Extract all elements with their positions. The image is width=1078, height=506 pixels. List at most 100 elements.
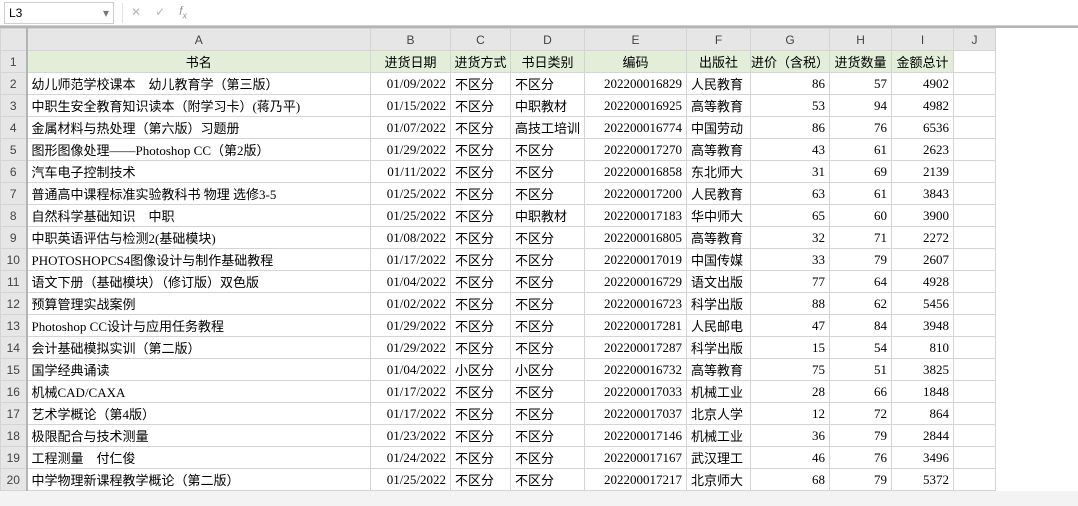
cell[interactable]: 不区分	[511, 447, 585, 469]
cell[interactable]	[954, 469, 996, 491]
cell[interactable]: 人民邮电	[687, 315, 751, 337]
cell[interactable]: 76	[830, 117, 892, 139]
cell[interactable]: 202200017146	[585, 425, 687, 447]
cell[interactable]: 01/23/2022	[371, 425, 451, 447]
cell[interactable]: 国学经典诵读	[27, 359, 371, 381]
cell[interactable]: 864	[892, 403, 954, 425]
row-header[interactable]: 10	[1, 249, 27, 271]
cell[interactable]: 自然科学基础知识 中职	[27, 205, 371, 227]
cell[interactable]: 机械CAD/CAXA	[27, 381, 371, 403]
cell[interactable]: 54	[830, 337, 892, 359]
cell[interactable]: 机械工业	[687, 425, 751, 447]
cell[interactable]: PHOTOSHOPCS4图像设计与制作基础教程	[27, 249, 371, 271]
cell[interactable]: 不区分	[451, 425, 511, 447]
cell[interactable]: 不区分	[511, 403, 585, 425]
column-header-G[interactable]: G	[751, 29, 830, 51]
select-all-corner[interactable]	[1, 29, 27, 51]
cell[interactable]: 01/09/2022	[371, 73, 451, 95]
row-header[interactable]: 16	[1, 381, 27, 403]
column-header-E[interactable]: E	[585, 29, 687, 51]
cell[interactable]: 64	[830, 271, 892, 293]
cell[interactable]: 不区分	[511, 315, 585, 337]
cell[interactable]: 63	[751, 183, 830, 205]
column-header-F[interactable]: F	[687, 29, 751, 51]
cell[interactable]	[954, 73, 996, 95]
cell[interactable]: 202200017270	[585, 139, 687, 161]
cell[interactable]: 66	[830, 381, 892, 403]
row-header[interactable]: 17	[1, 403, 27, 425]
row-header[interactable]: 11	[1, 271, 27, 293]
table-header-cell[interactable]: 书日类别	[511, 51, 585, 73]
cell[interactable]: 15	[751, 337, 830, 359]
cell[interactable]: 01/02/2022	[371, 293, 451, 315]
cell[interactable]: 5372	[892, 469, 954, 491]
cell[interactable]	[954, 139, 996, 161]
cell[interactable]: 01/25/2022	[371, 183, 451, 205]
cell[interactable]	[954, 205, 996, 227]
cell[interactable]: 普通高中课程标准实验教科书 物理 选修3-5	[27, 183, 371, 205]
row-header[interactable]: 19	[1, 447, 27, 469]
cell[interactable]: 不区分	[451, 249, 511, 271]
row-header[interactable]: 4	[1, 117, 27, 139]
row-header[interactable]: 1	[1, 51, 27, 73]
row-header[interactable]: 20	[1, 469, 27, 491]
cell[interactable]	[954, 51, 996, 73]
cell[interactable]: 不区分	[451, 315, 511, 337]
row-header[interactable]: 13	[1, 315, 27, 337]
cell[interactable]: 武汉理工	[687, 447, 751, 469]
cell[interactable]: 202200017217	[585, 469, 687, 491]
cell[interactable]	[954, 447, 996, 469]
spreadsheet-grid[interactable]: ABCDEFGHIJ1书名进货日期进货方式书日类别编码出版社进价（含税）进货数量…	[0, 26, 1078, 491]
cell[interactable]: 36	[751, 425, 830, 447]
cell[interactable]: 幼儿师范学校课本 幼儿教育学（第三版）	[27, 73, 371, 95]
cell[interactable]: Photoshop CC设计与应用任务教程	[27, 315, 371, 337]
cell[interactable]: 2607	[892, 249, 954, 271]
cell[interactable]: 01/29/2022	[371, 337, 451, 359]
cell[interactable]: 北京师大	[687, 469, 751, 491]
cell[interactable]: 79	[830, 425, 892, 447]
cell[interactable]: 中学物理新课程教学概论（第二版）	[27, 469, 371, 491]
cell[interactable]: 高等教育	[687, 227, 751, 249]
cell[interactable]: 32	[751, 227, 830, 249]
cell[interactable]: 33	[751, 249, 830, 271]
cell[interactable]	[954, 403, 996, 425]
table-header-cell[interactable]: 出版社	[687, 51, 751, 73]
cell[interactable]: 60	[830, 205, 892, 227]
cell[interactable]: 61	[830, 183, 892, 205]
cell[interactable]: 不区分	[511, 161, 585, 183]
cell[interactable]: 不区分	[451, 183, 511, 205]
cell[interactable]: 84	[830, 315, 892, 337]
cell[interactable]: 不区分	[451, 95, 511, 117]
cell[interactable]	[954, 293, 996, 315]
cell[interactable]: 5456	[892, 293, 954, 315]
cell[interactable]: 2272	[892, 227, 954, 249]
cell[interactable]: 01/25/2022	[371, 469, 451, 491]
cell[interactable]: 4902	[892, 73, 954, 95]
cell[interactable]: 202200016805	[585, 227, 687, 249]
row-header[interactable]: 6	[1, 161, 27, 183]
cell[interactable]: 75	[751, 359, 830, 381]
cell[interactable]	[954, 271, 996, 293]
cell[interactable]: 不区分	[451, 293, 511, 315]
column-header-H[interactable]: H	[830, 29, 892, 51]
cell[interactable]: 01/24/2022	[371, 447, 451, 469]
cell[interactable]: 01/04/2022	[371, 271, 451, 293]
cell[interactable]: 不区分	[451, 205, 511, 227]
table-header-cell[interactable]: 进价（含税）	[751, 51, 830, 73]
cell[interactable]: 01/17/2022	[371, 249, 451, 271]
cell[interactable]: 不区分	[451, 447, 511, 469]
cell[interactable]: 43	[751, 139, 830, 161]
cell[interactable]: 71	[830, 227, 892, 249]
cell[interactable]: 2844	[892, 425, 954, 447]
cell[interactable]: 小区分	[511, 359, 585, 381]
name-box[interactable]: L3 ▾	[4, 2, 114, 24]
cell[interactable]: 不区分	[451, 227, 511, 249]
cell[interactable]: 1848	[892, 381, 954, 403]
cell[interactable]: 3825	[892, 359, 954, 381]
cell[interactable]: 中职生安全教育知识读本（附学习卡）(蒋乃平)	[27, 95, 371, 117]
cell[interactable]	[954, 337, 996, 359]
row-header[interactable]: 15	[1, 359, 27, 381]
cell[interactable]: 51	[830, 359, 892, 381]
cell[interactable]: 会计基础模拟实训（第二版）	[27, 337, 371, 359]
cell[interactable]: 57	[830, 73, 892, 95]
